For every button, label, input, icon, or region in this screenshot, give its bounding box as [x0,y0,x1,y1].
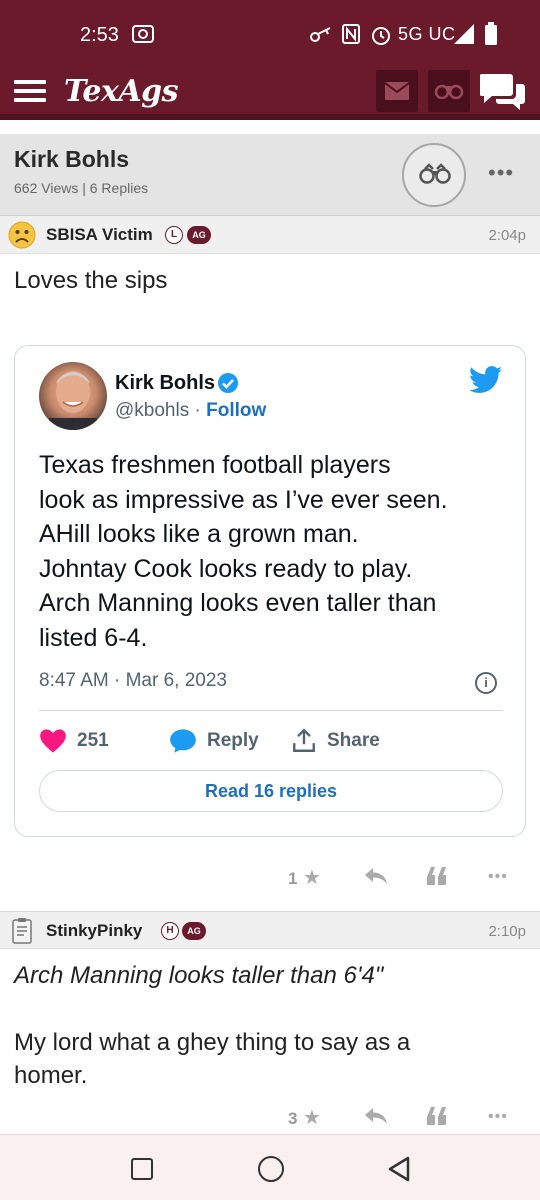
chat-icon[interactable] [479,72,526,112]
nfc-icon [342,24,360,49]
post-more-icon[interactable]: ••• [488,868,508,886]
post-actions: 3 ★ ••• [0,1102,540,1138]
heart-icon [40,729,66,753]
thread-title: Kirk Bohls [14,146,130,172]
user-badge-letter: L [165,226,183,244]
post-quote: Arch Manning looks taller than 6'4" [14,962,384,989]
tweet-line: Johntay Cook looks ready to play. [39,554,413,583]
post-header: SBISA Victim L AG 2:04p [0,216,540,254]
tweet-handle-separator: · [189,400,207,421]
tweet-line: listed 6-4. [39,623,148,652]
app-bar: TexAgs [0,68,540,120]
like-button[interactable]: 251 [39,726,109,756]
tweet-text: Texas freshmen football players look as … [39,448,509,655]
twitter-bird-icon[interactable] [469,366,503,394]
embedded-tweet[interactable]: Kirk Bohls @kbohls · Follow Texas freshm… [14,345,526,837]
user-badge-ag: AG [187,226,211,244]
binoculars-icon [434,84,464,99]
post-body-line: homer. [14,1062,88,1089]
tweet-author-name[interactable]: Kirk Bohls [115,372,215,395]
status-bar: 2:53 5G UC [0,0,540,68]
reply-icon[interactable] [363,1106,389,1132]
status-time: 2:53 [80,24,119,46]
system-nav-bar [0,1134,540,1200]
reply-icon[interactable] [363,866,389,892]
post-header: StinkyPinky H AG 2:10p [0,911,540,949]
post-actions: 1 ★ ••• [0,862,540,898]
info-icon[interactable]: i [475,672,497,694]
battery-icon [484,22,498,51]
tweet-actions: 251 Reply Share [39,726,509,756]
post-body: Loves the sips [14,267,168,294]
share-icon [293,728,315,752]
messages-button[interactable] [376,70,418,112]
tweet-handle-row: @kbohls · Follow [115,400,266,422]
back-button[interactable] [386,1155,412,1183]
notepad-avatar [12,918,32,944]
binoculars-icon [419,163,451,184]
watched-threads-button[interactable] [428,70,470,112]
star-count: 3 [288,1109,298,1128]
follow-link[interactable]: Follow [206,400,266,421]
quote-icon[interactable] [426,866,448,892]
post-username[interactable]: StinkyPinky [46,921,142,941]
tweet-line: AHill looks like a grown man. [39,520,359,548]
thread-header: Kirk Bohls 662 Views | 6 Replies ••• [0,134,540,216]
read-replies-button[interactable]: Read 16 replies [39,770,503,812]
star-count: 1 [288,869,298,888]
tweet-date[interactable]: 8:47 AM · Mar 6, 2023 [39,670,227,692]
post-username[interactable]: SBISA Victim [46,225,153,245]
share-button[interactable]: Share [291,726,380,756]
quote-icon[interactable] [426,1106,448,1132]
network-type: 5G UC [398,24,456,44]
post-more-icon[interactable]: ••• [488,1108,508,1126]
hamburger-icon[interactable] [14,80,46,106]
verified-badge-icon [218,373,238,393]
alarm-icon [370,24,392,51]
recents-button[interactable] [131,1158,153,1180]
reply-button[interactable]: Reply [169,726,259,756]
thread-more-icon[interactable]: ••• [488,160,514,186]
texags-logo[interactable]: TexAgs [64,74,179,109]
tweet-line: look as impressive as I’ve ever seen. [39,485,448,514]
mail-icon [385,82,409,100]
star-icon[interactable]: ★ [303,1105,321,1130]
reply-bubble-icon [170,729,196,753]
post-time: 2:04p [488,227,526,244]
watch-thread-button[interactable] [402,143,466,207]
share-label: Share [327,730,380,751]
signal-icon [454,24,474,49]
tweet-line: Arch Manning looks even taller than [39,589,437,617]
thread-meta: 662 Views | 6 Replies [14,180,149,196]
post-time: 2:10p [488,923,526,940]
user-badge-letter: H [161,922,179,940]
like-count: 251 [77,730,109,751]
user-badge-ag: AG [182,922,206,940]
tweet-line: Texas freshmen football players [39,451,391,479]
tweet-handle[interactable]: @kbohls [115,400,189,421]
reply-label: Reply [207,730,259,751]
screen-record-icon [132,24,154,49]
home-button[interactable] [258,1156,284,1182]
tweet-author-avatar[interactable] [39,362,107,430]
post-body-line: My lord what a ghey thing to say as a [14,1029,411,1056]
sad-face-avatar [8,221,36,249]
tweet-divider [39,710,503,711]
star-icon[interactable]: ★ [303,865,321,890]
key-icon [310,26,332,47]
